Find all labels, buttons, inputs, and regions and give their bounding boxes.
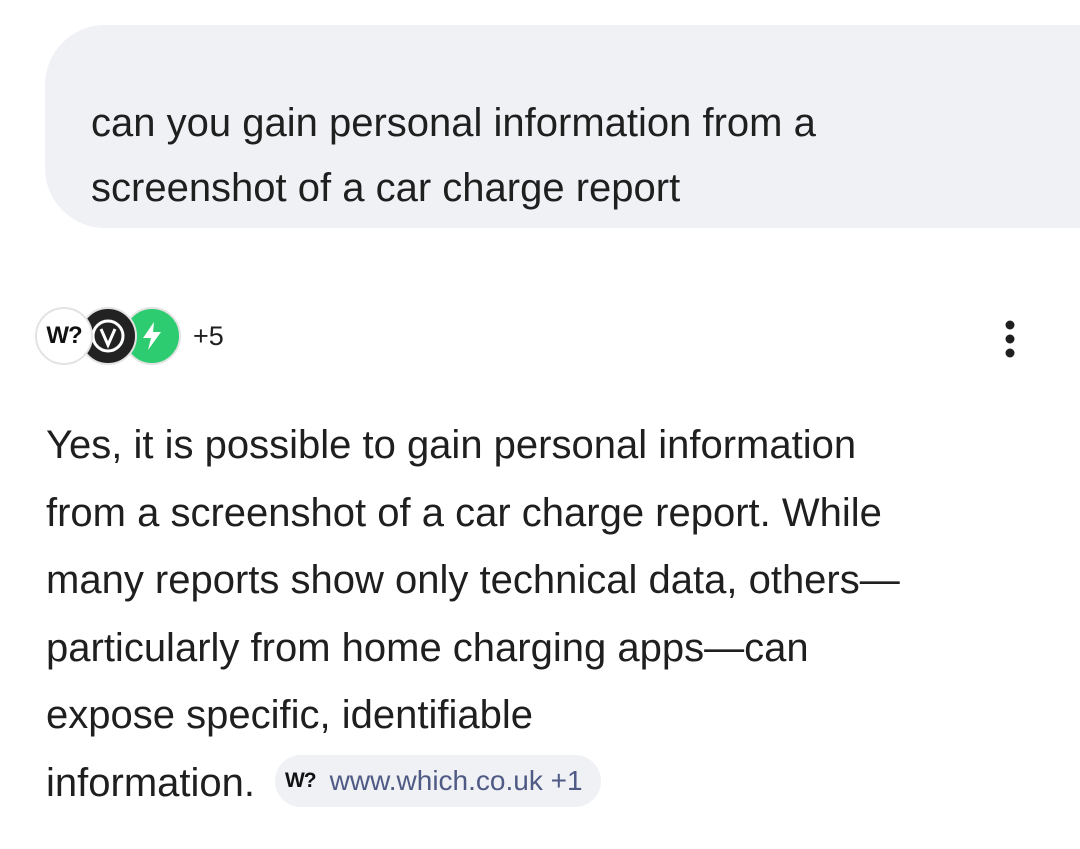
more-options-button[interactable]	[990, 316, 1030, 362]
answer-line-1: Yes, it is possible to gain personal inf…	[46, 423, 857, 467]
answer-line-3: many reports show only technical data, o…	[46, 558, 900, 602]
answer-line-4: particularly from home charging apps—can	[46, 625, 809, 670]
user-message-bubble: can you gain personal information from a…	[45, 25, 1080, 228]
answer-text: Yes, it is possible to gain personal inf…	[46, 412, 1036, 817]
answer-line-6: information. W? www.which.co.uk +1	[46, 750, 1036, 818]
user-message-line-1: can you gain personal information from a	[91, 101, 816, 145]
sources-button[interactable]: W? +5	[35, 305, 224, 367]
answer-line-2: from a screenshot of a car charge report…	[46, 490, 882, 535]
which-logo-icon: W?	[284, 769, 317, 793]
citation-label: www.which.co.uk +1	[329, 764, 583, 796]
citation-chip[interactable]: W? www.which.co.uk +1	[274, 754, 601, 807]
answer-line-6-text: information.	[46, 760, 255, 805]
sources-more-count: +5	[193, 320, 224, 351]
chat-page: can you gain personal information from a…	[0, 0, 1080, 849]
answer-line-5: expose specific, identifiable	[46, 693, 533, 737]
more-vert-icon	[1005, 320, 1015, 358]
which-logo-icon: W?	[35, 307, 93, 365]
user-message-line-2: screenshot of a car charge report	[91, 166, 681, 210]
which-logo-text: W?	[46, 322, 82, 349]
